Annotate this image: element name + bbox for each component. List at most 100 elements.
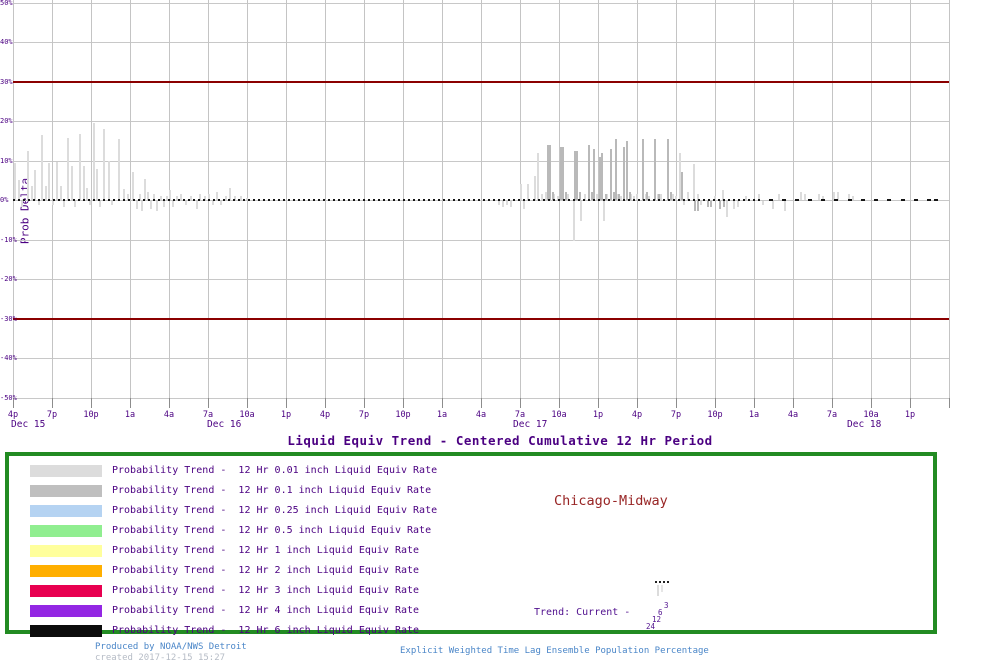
bar bbox=[79, 134, 81, 200]
bar bbox=[710, 201, 712, 207]
y-tick-label: 10% bbox=[0, 157, 13, 165]
legend-label: Probability Trend - 12 Hr 0.25 inch Liqu… bbox=[112, 505, 437, 517]
y-axis-title: Prob Delta bbox=[19, 178, 32, 244]
x-axis-tick bbox=[910, 398, 911, 408]
legend-row: Probability Trend - 12 Hr 1 inch Liquid … bbox=[30, 541, 419, 561]
bar bbox=[537, 153, 539, 200]
gridline-vertical bbox=[910, 0, 911, 398]
bar bbox=[693, 164, 695, 200]
bar bbox=[784, 201, 786, 211]
bar bbox=[762, 201, 764, 205]
x-axis-tick bbox=[520, 398, 521, 408]
bar bbox=[136, 201, 138, 209]
bar bbox=[41, 135, 43, 200]
legend-swatch bbox=[30, 565, 102, 577]
zero-line-dash bbox=[821, 199, 825, 201]
x-axis-tick bbox=[403, 398, 404, 408]
bar bbox=[21, 201, 23, 207]
y-tick-label: -40% bbox=[0, 354, 17, 362]
legend-label: Probability Trend - 12 Hr 6 inch Liquid … bbox=[112, 625, 419, 637]
legend-row: Probability Trend - 12 Hr 6 inch Liquid … bbox=[30, 621, 419, 641]
x-tick-label: 1p bbox=[281, 410, 291, 420]
bar bbox=[588, 145, 590, 200]
x-tick-label: 4p bbox=[320, 410, 330, 420]
legend-swatch bbox=[30, 525, 102, 537]
bar bbox=[667, 139, 669, 200]
bar bbox=[63, 201, 65, 207]
bar bbox=[48, 163, 50, 201]
bar bbox=[38, 201, 40, 205]
bar bbox=[60, 186, 62, 200]
bar bbox=[185, 201, 187, 205]
x-tick-label: 4a bbox=[164, 410, 174, 420]
x-axis-tick bbox=[364, 398, 365, 408]
bar bbox=[593, 149, 595, 200]
zero-line-dash bbox=[848, 199, 852, 201]
bar bbox=[34, 170, 36, 200]
bar bbox=[172, 201, 174, 207]
bar bbox=[83, 166, 85, 200]
zero-line-dash bbox=[808, 199, 812, 201]
x-tick-label: 1a bbox=[749, 410, 759, 420]
legend-label: Probability Trend - 12 Hr 4 inch Liquid … bbox=[112, 605, 419, 617]
bar bbox=[108, 161, 110, 201]
bar bbox=[93, 123, 95, 200]
y-tick-label: 40% bbox=[0, 38, 13, 46]
y-tick-label: 0% bbox=[0, 196, 8, 204]
x-axis-tick bbox=[754, 398, 755, 408]
x-tick-label: 1p bbox=[905, 410, 915, 420]
bar bbox=[111, 201, 113, 205]
zero-line-dash bbox=[934, 199, 938, 201]
zero-line-dash bbox=[887, 199, 891, 201]
bar bbox=[707, 201, 709, 207]
x-axis-tick bbox=[598, 398, 599, 408]
legend-row: Probability Trend - 12 Hr 0.1 inch Liqui… bbox=[30, 481, 431, 501]
legend-swatch bbox=[30, 605, 102, 617]
x-tick-label: 10a bbox=[239, 410, 254, 420]
x-axis-tick bbox=[871, 398, 872, 408]
bar bbox=[52, 201, 54, 205]
bar bbox=[506, 201, 508, 205]
bar bbox=[31, 186, 33, 200]
bar bbox=[71, 166, 73, 200]
method-text: Explicit Weighted Time Lag Ensemble Popu… bbox=[400, 646, 709, 656]
x-axis-tick bbox=[442, 398, 443, 408]
legend-swatch bbox=[30, 485, 102, 497]
bar bbox=[778, 194, 780, 200]
x-tick-label: 4a bbox=[788, 410, 798, 420]
trend-hour-label: 24 bbox=[646, 623, 655, 631]
x-tick-label: 7p bbox=[47, 410, 57, 420]
legend-swatch bbox=[30, 545, 102, 557]
bar bbox=[800, 192, 802, 200]
bar bbox=[141, 201, 143, 211]
station-label: Chicago-Midway bbox=[554, 493, 668, 509]
zero-line-dash bbox=[874, 199, 878, 201]
trend-mini-dotted-line bbox=[655, 581, 669, 583]
bar bbox=[573, 201, 575, 241]
bar bbox=[610, 149, 612, 200]
bar bbox=[772, 201, 774, 209]
bar bbox=[603, 201, 605, 221]
legend-swatch bbox=[30, 625, 102, 637]
y-tick-label: -30% bbox=[0, 315, 17, 323]
zero-line-dash bbox=[795, 199, 799, 201]
x-axis-tick bbox=[247, 398, 248, 408]
x-axis-tick bbox=[130, 398, 131, 408]
x-tick-label: 10a bbox=[551, 410, 566, 420]
bar bbox=[196, 201, 198, 209]
gridline-vertical bbox=[949, 0, 950, 398]
y-tick-label: 50% bbox=[0, 0, 13, 7]
x-axis-tick bbox=[325, 398, 326, 408]
x-axis-tick bbox=[169, 398, 170, 408]
bar bbox=[45, 186, 47, 200]
x-tick-label: 4a bbox=[476, 410, 486, 420]
x-axis-tick bbox=[637, 398, 638, 408]
zero-line-dash bbox=[927, 199, 931, 201]
bar bbox=[510, 201, 512, 207]
x-axis-tick bbox=[793, 398, 794, 408]
zero-dotted-line bbox=[13, 199, 760, 201]
date-label: Dec 17 bbox=[513, 420, 547, 430]
produced-by-text: Produced by NOAA/NWS Detroit bbox=[95, 642, 247, 652]
legend-row: Probability Trend - 12 Hr 3 inch Liquid … bbox=[30, 581, 419, 601]
legend-row: Probability Trend - 12 Hr 0.25 inch Liqu… bbox=[30, 501, 437, 521]
